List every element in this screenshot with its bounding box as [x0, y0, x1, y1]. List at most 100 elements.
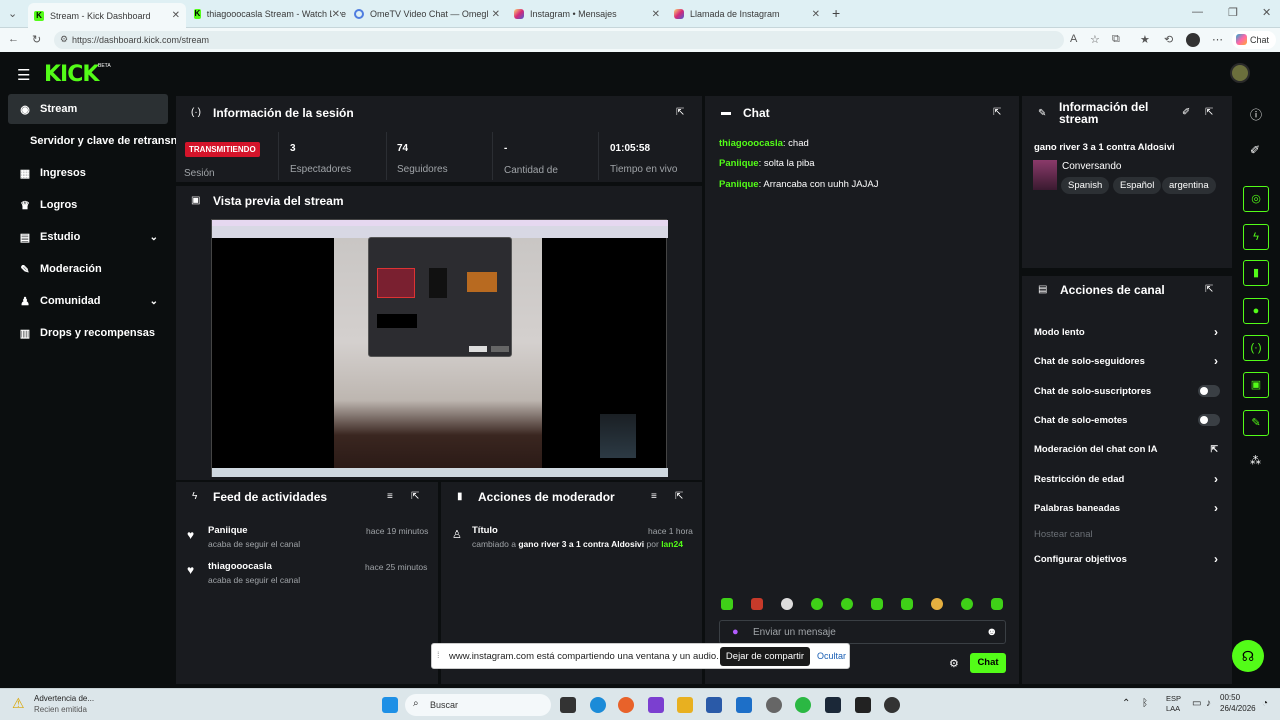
clock-time[interactable]: 00:50: [1220, 693, 1240, 702]
popout-icon[interactable]: ⇱: [676, 107, 684, 118]
reload-icon[interactable]: ↻: [32, 33, 41, 46]
warning-icon[interactable]: ⚠: [12, 695, 25, 712]
close-tab-icon[interactable]: ✕: [812, 9, 820, 20]
emote-icon[interactable]: [901, 598, 913, 610]
stop-sharing-button[interactable]: Dejar de compartir: [720, 647, 810, 666]
chat-settings-gear-icon[interactable]: ⚙: [949, 657, 959, 670]
popout-icon[interactable]: ⇱: [411, 491, 419, 502]
sidebar-item-estudio[interactable]: ▤ Estudio ⌄: [8, 222, 168, 252]
url-input[interactable]: https://dashboard.kick.com/stream: [54, 31, 1064, 49]
emote-icon[interactable]: [751, 598, 763, 610]
kick-logo[interactable]: KICK: [44, 62, 99, 87]
emote-icon[interactable]: [961, 598, 973, 610]
sidebar-item-comunidad[interactable]: ♟ Comunidad ⌄: [8, 286, 168, 316]
tab-kick-watch-live[interactable]: K thiagooocasla Stream - Watch Live ✕: [188, 4, 346, 24]
pencil-icon[interactable]: ✐: [1182, 107, 1190, 118]
popout-icon[interactable]: ⇱: [1205, 284, 1213, 295]
action-slow-mode[interactable]: Modo lento ›: [1034, 325, 1220, 339]
minimize-icon[interactable]: —: [1192, 6, 1203, 18]
hide-share-bar-link[interactable]: Ocultar: [817, 651, 846, 661]
edit-layout-icon[interactable]: ✐: [1250, 143, 1260, 157]
popout-icon[interactable]: ⇱: [993, 107, 1001, 118]
rail-tools-button[interactable]: ✎: [1243, 410, 1269, 436]
bluetooth-icon[interactable]: ᛒ: [1142, 698, 1148, 709]
support-headset-button[interactable]: ☊: [1232, 640, 1264, 672]
chat-username[interactable]: thiagooocasla: [719, 138, 783, 149]
monitor-icon[interactable]: ▭: [1192, 698, 1201, 709]
emote-icon[interactable]: [781, 598, 793, 610]
action-banned-words[interactable]: Palabras baneadas ›: [1034, 501, 1220, 515]
tray-chevron-up-icon[interactable]: ⌃: [1122, 698, 1130, 709]
settings-gear-icon[interactable]: [766, 697, 782, 713]
task-view-icon[interactable]: [560, 697, 576, 713]
app-icon[interactable]: [855, 697, 871, 713]
maximize-icon[interactable]: ❐: [1228, 6, 1238, 19]
more-menu-icon[interactable]: ⋯: [1212, 33, 1223, 46]
file-explorer-icon[interactable]: [677, 697, 693, 713]
tab-kick-dashboard[interactable]: K Stream - Kick Dashboard ✕: [28, 3, 186, 28]
chat-send-button[interactable]: Chat: [970, 653, 1006, 673]
firefox-icon[interactable]: [618, 697, 634, 713]
rail-camera-button[interactable]: ◎: [1243, 186, 1269, 212]
action-configure-goals[interactable]: Configurar objetivos ›: [1034, 552, 1220, 566]
language-code[interactable]: ESP: [1166, 694, 1181, 703]
whatsapp-icon[interactable]: [795, 697, 811, 713]
rail-layout-button[interactable]: ▣: [1243, 372, 1269, 398]
read-aloud-icon[interactable]: A: [1070, 33, 1077, 45]
chat-username[interactable]: Paniique: [719, 179, 759, 190]
rail-chat-button[interactable]: ●: [1243, 298, 1269, 324]
back-icon[interactable]: ←: [8, 33, 19, 45]
filter-icon[interactable]: ≡: [651, 491, 657, 502]
tag-chip[interactable]: Español: [1113, 177, 1162, 194]
windows-start-icon[interactable]: [382, 697, 398, 713]
emote-icon[interactable]: [931, 598, 943, 610]
action-age-restriction[interactable]: Restricción de edad ›: [1034, 472, 1220, 486]
subscribers-only-toggle[interactable]: [1198, 385, 1220, 397]
favorites-icon[interactable]: ★: [1140, 33, 1150, 46]
rail-broadcast-button[interactable]: (·): [1243, 335, 1269, 361]
category-label[interactable]: Conversando: [1062, 161, 1121, 172]
site-info-icon[interactable]: ⚙: [60, 34, 68, 45]
close-tab-icon[interactable]: ✕: [491, 8, 500, 20]
volume-icon[interactable]: ♪: [1206, 698, 1211, 709]
stream-preview-video[interactable]: [211, 219, 668, 477]
emote-icon[interactable]: [811, 598, 823, 610]
warning-title[interactable]: Advertencia de...: [34, 694, 94, 703]
microphone-icon[interactable]: ●: [732, 626, 739, 638]
close-tab-icon[interactable]: ✕: [331, 8, 340, 20]
close-window-icon[interactable]: ✕: [1262, 6, 1271, 19]
chat-input[interactable]: ● Enviar un mensaje ☻: [719, 620, 1006, 644]
steam-icon[interactable]: [825, 697, 841, 713]
language-layout[interactable]: LAA: [1166, 704, 1180, 713]
favorite-star-icon[interactable]: ☆: [1090, 33, 1100, 46]
emote-icon[interactable]: [841, 598, 853, 610]
add-widget-icon[interactable]: ⁂: [1250, 454, 1261, 467]
rail-mod-button[interactable]: ▮: [1243, 260, 1269, 286]
taskbar-search[interactable]: ⌕ Buscar: [405, 694, 551, 716]
extensions-icon[interactable]: ⧉: [1112, 33, 1120, 46]
sidebar-item-ingresos[interactable]: ▦ Ingresos: [8, 158, 168, 188]
sidebar-item-moderacion[interactable]: ✎ Moderación: [8, 254, 168, 284]
action-ai-moderation[interactable]: Moderación del chat con IA ⇱: [1034, 444, 1220, 455]
copilot-chat-button[interactable]: Chat: [1232, 31, 1276, 49]
store-icon[interactable]: [706, 697, 722, 713]
popout-icon[interactable]: ⇱: [675, 491, 683, 502]
sidebar-item-server-key[interactable]: Servidor y clave de retransn: [8, 126, 176, 156]
edge-browser-icon[interactable]: [590, 697, 606, 713]
rail-activity-button[interactable]: ϟ: [1243, 224, 1269, 250]
notifications-icon[interactable]: ◔: [1262, 698, 1268, 709]
tab-instagram-messages[interactable]: Instagram • Mensajes ✕: [508, 4, 666, 24]
profile-avatar[interactable]: [1186, 33, 1200, 47]
sidebar-item-logros[interactable]: ♛ Logros: [8, 190, 168, 220]
new-tab-icon[interactable]: +: [832, 5, 840, 21]
tag-chip[interactable]: Spanish: [1061, 177, 1110, 194]
emote-icon[interactable]: [991, 598, 1003, 610]
tab-ometv[interactable]: OmeTV Video Chat — Omegl ✕: [348, 4, 506, 24]
tab-list-icon[interactable]: ⌄: [8, 7, 17, 20]
popout-icon[interactable]: ⇱: [1205, 107, 1213, 118]
obs-icon[interactable]: [884, 697, 900, 713]
emoji-icon[interactable]: ☻: [986, 626, 998, 638]
hamburger-menu-icon[interactable]: ☰: [17, 66, 30, 84]
emotes-only-toggle[interactable]: [1198, 414, 1220, 426]
tab-instagram-call[interactable]: Llamada de Instagram ✕: [668, 4, 826, 24]
